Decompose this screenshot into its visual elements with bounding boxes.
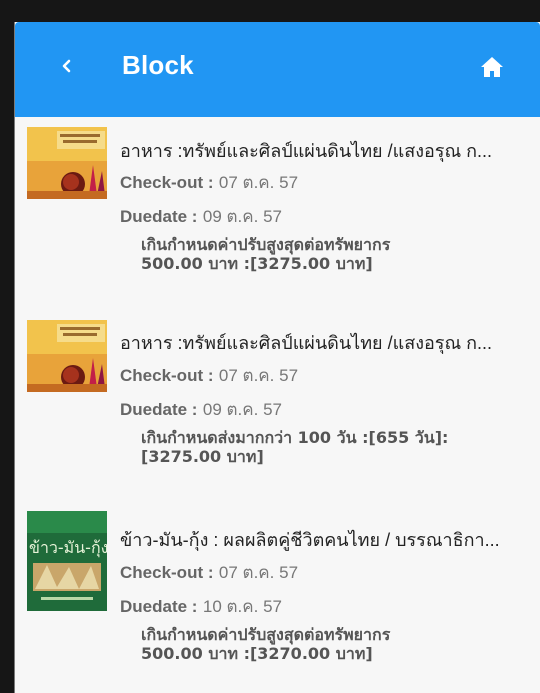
checkout-date: 07 ต.ค. 57 [218, 173, 299, 192]
book-cover-image [27, 320, 107, 392]
duedate-date: 10 ต.ค. 57 [202, 597, 282, 616]
checkout-date: 07 ต.ค. 57 [218, 563, 299, 582]
list-item[interactable]: อาหาร :ทรัพย์และศิลป์แผ่นดินไทย /แสงอรุณ… [15, 117, 540, 311]
fine-note-line-2: 500.00 บาท :[3270.00 บาท] [141, 644, 373, 663]
fine-note: เกินกำหนดส่งมากกว่า 100 วัน :[655 วัน]: … [141, 428, 521, 466]
duedate-row: Duedate : 09 ต.ค. 57 [120, 396, 282, 423]
list-item[interactable]: อาหาร :ทรัพย์และศิลป์แผ่นดินไทย /แสงอรุณ… [15, 311, 540, 505]
book-title[interactable]: อาหาร :ทรัพย์และศิลป์แผ่นดินไทย /แสงอรุณ… [120, 136, 492, 165]
page-title: Block [122, 50, 194, 80]
book-title[interactable]: ข้าว-มัน-กุ้ง : ผลผลิตคู่ชีวิตคนไทย / บร… [120, 525, 500, 554]
list-item[interactable]: ข้าว-มัน-กุ้ง ข้าว-มัน-กุ้ง : ผลผลิตคู่ช… [15, 505, 540, 693]
back-button[interactable] [55, 54, 79, 78]
book-cover-image [27, 127, 107, 199]
fine-note: เกินกำหนดค่าปรับสูงสุดต่อทรัพยากร 500.00… [141, 235, 521, 273]
duedate-date: 09 ต.ค. 57 [202, 400, 282, 419]
duedate-row: Duedate : 09 ต.ค. 57 [120, 203, 282, 230]
fine-note-line-1: เกินกำหนดส่งมากกว่า 100 วัน :[655 วัน]: [141, 428, 449, 447]
checkout-label: Check-out : [120, 563, 214, 582]
fine-note: เกินกำหนดค่าปรับสูงสุดต่อทรัพยากร 500.00… [141, 625, 521, 663]
checkout-label: Check-out : [120, 173, 214, 192]
chevron-left-icon [62, 59, 71, 73]
duedate-label: Duedate : [120, 207, 198, 226]
book-title[interactable]: อาหาร :ทรัพย์และศิลป์แผ่นดินไทย /แสงอรุณ… [120, 328, 492, 357]
app-window: Block อาหาร:ทรัพย์และศิลป์แผ่นดินไทย /แ… [14, 22, 540, 693]
duedate-row: Duedate : 10 ต.ค. 57 [120, 593, 282, 620]
svg-text:ข้าว-มัน-กุ้ง: ข้าว-มัน-กุ้ง [29, 538, 107, 558]
home-icon [481, 57, 503, 77]
fine-note-line-2: [3275.00 บาท] [141, 447, 264, 466]
home-button[interactable] [480, 56, 504, 78]
checkout-row: Check-out : 07 ต.ค. 57 [120, 169, 298, 196]
fine-note-line-2: 500.00 บาท :[3275.00 บาท] [141, 254, 373, 273]
duedate-label: Duedate : [120, 597, 198, 616]
checkout-row: Check-out : 07 ต.ค. 57 [120, 559, 298, 586]
header-bar: Block [15, 22, 540, 117]
duedate-date: 09 ต.ค. 57 [202, 207, 282, 226]
book-cover-image: ข้าว-มัน-กุ้ง [27, 511, 107, 611]
checkout-date: 07 ต.ค. 57 [218, 366, 299, 385]
fine-note-line-1: เกินกำหนดค่าปรับสูงสุดต่อทรัพยากร [141, 625, 391, 644]
checkout-row: Check-out : 07 ต.ค. 57 [120, 362, 298, 389]
loan-list: อาหาร :ทรัพย์และศิลป์แผ่นดินไทย /แสงอรุณ… [15, 117, 540, 693]
checkout-label: Check-out : [120, 366, 214, 385]
duedate-label: Duedate : [120, 400, 198, 419]
fine-note-line-1: เกินกำหนดค่าปรับสูงสุดต่อทรัพยากร [141, 235, 391, 254]
